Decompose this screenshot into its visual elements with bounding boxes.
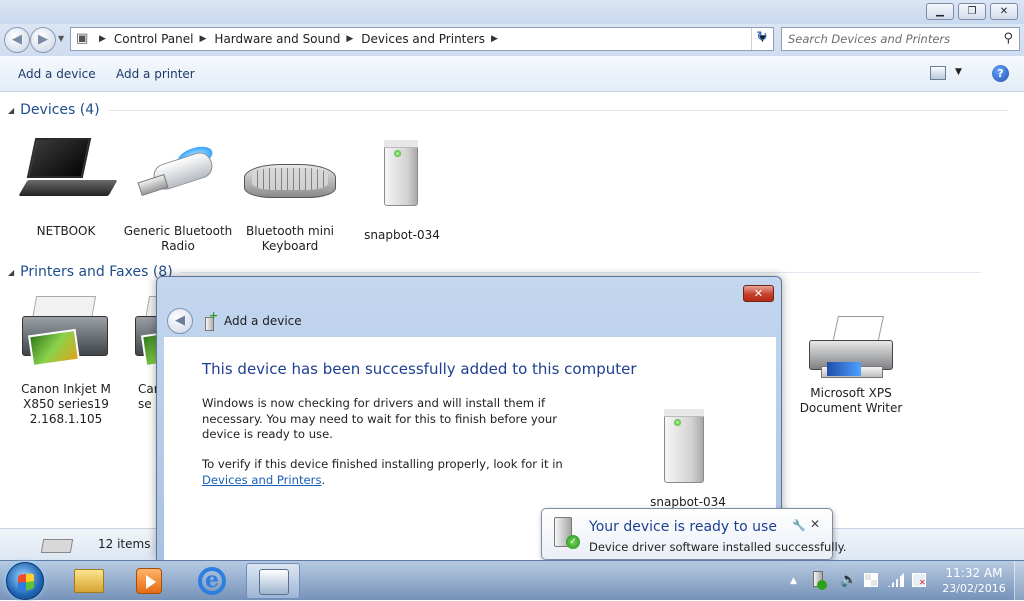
group-divider	[180, 271, 981, 273]
breadcrumb-control-panel[interactable]: Control Panel	[114, 32, 194, 47]
close-button[interactable]: ✕	[990, 3, 1018, 20]
printers-group-title: Printers and Faxes (8)	[20, 264, 173, 280]
address-bar[interactable]: ▣ ▶ Control Panel ▶ Hardware and Sound ▶…	[70, 27, 774, 51]
back-button[interactable]: ◀	[4, 27, 30, 53]
add-device-button[interactable]: Add a device	[18, 67, 96, 81]
change-view-icon[interactable]	[930, 66, 946, 80]
show-desktop-button[interactable]	[1014, 561, 1024, 601]
device-label: snapbot-034	[364, 228, 440, 242]
devices-group-header[interactable]: ◢ Devices (4)	[8, 100, 1008, 120]
media-player-icon	[136, 568, 162, 594]
taskbar-devices-and-printers[interactable]	[246, 563, 300, 599]
collapse-icon[interactable]: ◢	[8, 106, 14, 115]
printer-canon-inkjet-mx850[interactable]: Canon Inkjet MX850 series192.168.1.105	[11, 290, 121, 427]
show-hidden-icons-button[interactable]: ▲	[790, 576, 797, 586]
dialog-heading: This device has been successfully added …	[202, 360, 637, 378]
added-device: snapbot-034	[648, 409, 726, 509]
breadcrumb: ▶ Control Panel ▶ Hardware and Sound ▶ D…	[93, 32, 506, 47]
devices-group-title: Devices (4)	[20, 102, 100, 118]
navigation-bar: ◀ ▶ ▼ ▣ ▶ Control Panel ▶ Hardware and S…	[0, 24, 1024, 56]
title-bar: ▁ ❐ ✕	[0, 0, 1024, 24]
device-generic-bluetooth-radio[interactable]: Generic Bluetooth Radio	[123, 136, 233, 254]
xps-printer-icon	[803, 314, 899, 390]
folder-icon	[74, 569, 104, 593]
group-divider	[107, 109, 1008, 111]
printer-microsoft-xps-document-writer[interactable]: Microsoft XPS Document Writer	[796, 314, 906, 416]
wrench-icon[interactable]: 🔧	[792, 519, 806, 532]
breadcrumb-separator[interactable]: ▶	[346, 32, 353, 47]
laptop-icon	[17, 136, 118, 206]
dialog-back-button[interactable]: ◀	[167, 308, 193, 334]
clock-time: 11:32 AM	[945, 566, 1003, 580]
breadcrumb-devices-and-printers[interactable]: Devices and Printers	[361, 32, 485, 47]
verify-text: To verify if this device finished instal…	[202, 457, 563, 471]
signal-strength-icon[interactable]	[888, 573, 904, 587]
network-disconnected-icon[interactable]	[912, 573, 926, 587]
device-label: NETBOOK	[36, 224, 96, 238]
verify-text-end: .	[321, 472, 326, 487]
start-button[interactable]	[6, 562, 44, 600]
taskbar-media-player[interactable]	[122, 563, 176, 599]
dialog-verify-message: To verify if this device finished instal…	[202, 457, 582, 488]
taskbar-internet-explorer[interactable]	[186, 563, 240, 599]
device-ready-notification[interactable]: ✓ Your device is ready to use Device dri…	[541, 508, 847, 570]
view-options-dropdown[interactable]: ▼	[955, 67, 962, 77]
breadcrumb-separator[interactable]: ▶	[99, 32, 106, 47]
action-center-icon[interactable]	[864, 573, 878, 587]
collapse-icon[interactable]: ◢	[8, 268, 14, 277]
notification-close-button[interactable]: ✕	[810, 517, 820, 531]
taskbar-explorer[interactable]	[62, 563, 116, 599]
command-bar: Add a device Add a printer ▼ ?	[0, 56, 1024, 92]
search-icon[interactable]: ⚲	[1003, 31, 1013, 46]
maximize-button[interactable]: ❐	[958, 3, 986, 20]
device-install-tray-icon[interactable]	[812, 571, 827, 591]
printer-icon	[16, 290, 116, 368]
clock-date: 23/02/2016	[942, 582, 1006, 595]
search-input[interactable]	[788, 32, 998, 46]
volume-icon[interactable]: 🔊	[840, 572, 857, 588]
printer-label: Canon Inkjet MX850 series192.168.1.105	[21, 382, 111, 426]
device-installed-icon: ✓	[552, 517, 580, 549]
device-netbook[interactable]: NETBOOK	[11, 136, 121, 239]
clock[interactable]: 11:32 AM 23/02/2016	[936, 566, 1012, 596]
printer-label: Microsoft XPS Document Writer	[799, 386, 903, 415]
device-bluetooth-mini-keyboard[interactable]: Bluetooth mini Keyboard	[235, 136, 345, 254]
devices-folder-icon: ▣	[76, 31, 89, 46]
dialog-header: ◀ + Add a device	[163, 305, 775, 337]
printer-status-icon	[22, 533, 78, 559]
item-count: 12 items	[98, 537, 151, 551]
notification-text: Device driver software installed success…	[589, 540, 847, 554]
windows-logo-icon	[18, 573, 34, 591]
help-icon[interactable]: ?	[992, 65, 1009, 82]
add-device-icon: +	[203, 309, 218, 331]
devices-and-printers-link[interactable]: Devices and Printers	[202, 473, 321, 487]
device-snapbot-034[interactable]: snapbot-034	[347, 136, 457, 243]
add-printer-button[interactable]: Add a printer	[116, 67, 195, 81]
device-label: Generic Bluetooth Radio	[123, 224, 233, 253]
tower-device-icon	[382, 140, 422, 210]
tower-device-icon	[662, 409, 710, 485]
forward-button[interactable]: ▶	[30, 27, 56, 53]
dialog-close-button[interactable]: ✕	[743, 285, 774, 302]
bluetooth-adapter-icon	[133, 136, 223, 206]
internet-explorer-icon	[198, 567, 226, 595]
system-tray: ▲ 🔊 11:32 AM 23/02/2016	[784, 561, 1024, 601]
devices-and-printers-icon	[259, 569, 289, 595]
device-label: Bluetooth mini Keyboard	[245, 224, 335, 253]
keyboard-icon	[240, 136, 340, 206]
added-device-label: snapbot-034	[650, 495, 726, 509]
breadcrumb-separator[interactable]: ▶	[200, 32, 207, 47]
breadcrumb-separator[interactable]: ▶	[491, 32, 498, 47]
minimize-button[interactable]: ▁	[926, 3, 954, 20]
dialog-title: Add a device	[224, 314, 302, 328]
taskbar: ▲ 🔊 11:32 AM 23/02/2016	[0, 560, 1024, 601]
refresh-button[interactable]: ↻	[752, 28, 772, 46]
dialog-message: Windows is now checking for drivers and …	[202, 396, 557, 441]
search-box[interactable]: ⚲	[781, 27, 1020, 51]
notification-title: Your device is ready to use	[589, 519, 777, 535]
breadcrumb-hardware-and-sound[interactable]: Hardware and Sound	[214, 32, 340, 47]
recent-pages-dropdown[interactable]: ▼	[58, 34, 64, 43]
